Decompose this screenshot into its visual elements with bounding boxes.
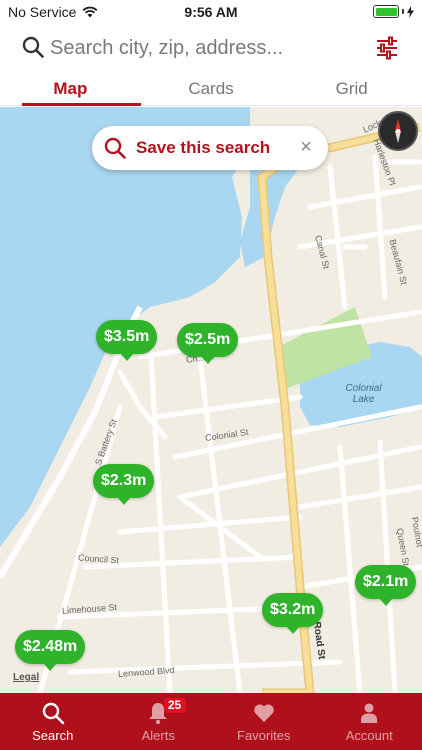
- nav-account[interactable]: Account: [317, 693, 422, 750]
- save-search-label[interactable]: Save this search: [136, 138, 270, 158]
- battery-icon: [373, 5, 399, 18]
- bottom-nav: Search 25 Alerts Favorites Account: [0, 693, 422, 750]
- compass-icon[interactable]: [378, 111, 418, 151]
- tab-grid[interactable]: Grid: [281, 72, 422, 105]
- compass-needle-icon: [395, 119, 401, 143]
- price-pin[interactable]: $2.48m: [15, 630, 86, 671]
- tab-cards[interactable]: Cards: [141, 72, 282, 105]
- filter-sliders-icon[interactable]: [374, 35, 400, 61]
- clock: 9:56 AM: [184, 4, 238, 20]
- alerts-badge: 25: [163, 698, 186, 713]
- person-icon: [361, 703, 378, 723]
- nav-alerts[interactable]: 25 Alerts: [106, 693, 212, 750]
- search-input[interactable]: [50, 32, 350, 64]
- price-pin[interactable]: $3.5m: [96, 320, 158, 361]
- nav-alerts-label: Alerts: [141, 728, 175, 743]
- view-tabs: Map Cards Grid: [0, 72, 422, 106]
- map-view[interactable]: Lockwo Harleston Pl Canal St Beaufain St…: [0, 107, 422, 693]
- price-pin[interactable]: $2.3m: [93, 464, 155, 505]
- street-label-colonial-lake: Colonial Lake: [345, 383, 382, 405]
- heart-icon: [253, 704, 274, 722]
- nav-search-label: Search: [32, 728, 74, 743]
- tab-map[interactable]: Map: [0, 72, 141, 106]
- price-pin[interactable]: $2.1m: [355, 565, 417, 606]
- nav-favorites[interactable]: Favorites: [211, 693, 317, 750]
- close-icon[interactable]: ×: [296, 137, 316, 157]
- price-pin[interactable]: $3.2m: [262, 593, 324, 634]
- legal-link[interactable]: Legal: [13, 672, 39, 683]
- nav-account-label: Account: [345, 728, 393, 743]
- status-bar: No Service 9:56 AM: [0, 0, 422, 24]
- search-bar: [0, 28, 422, 68]
- price-pin[interactable]: $2.5m: [177, 323, 239, 364]
- search-icon: [42, 702, 65, 725]
- search-icon: [104, 137, 126, 159]
- battery-indicator: [373, 5, 414, 18]
- nav-favorites-label: Favorites: [237, 728, 291, 743]
- charging-bolt-icon: [407, 5, 414, 18]
- save-search-pill[interactable]: Save this search ×: [92, 126, 328, 170]
- nav-search[interactable]: Search: [0, 693, 106, 750]
- search-icon: [22, 36, 44, 58]
